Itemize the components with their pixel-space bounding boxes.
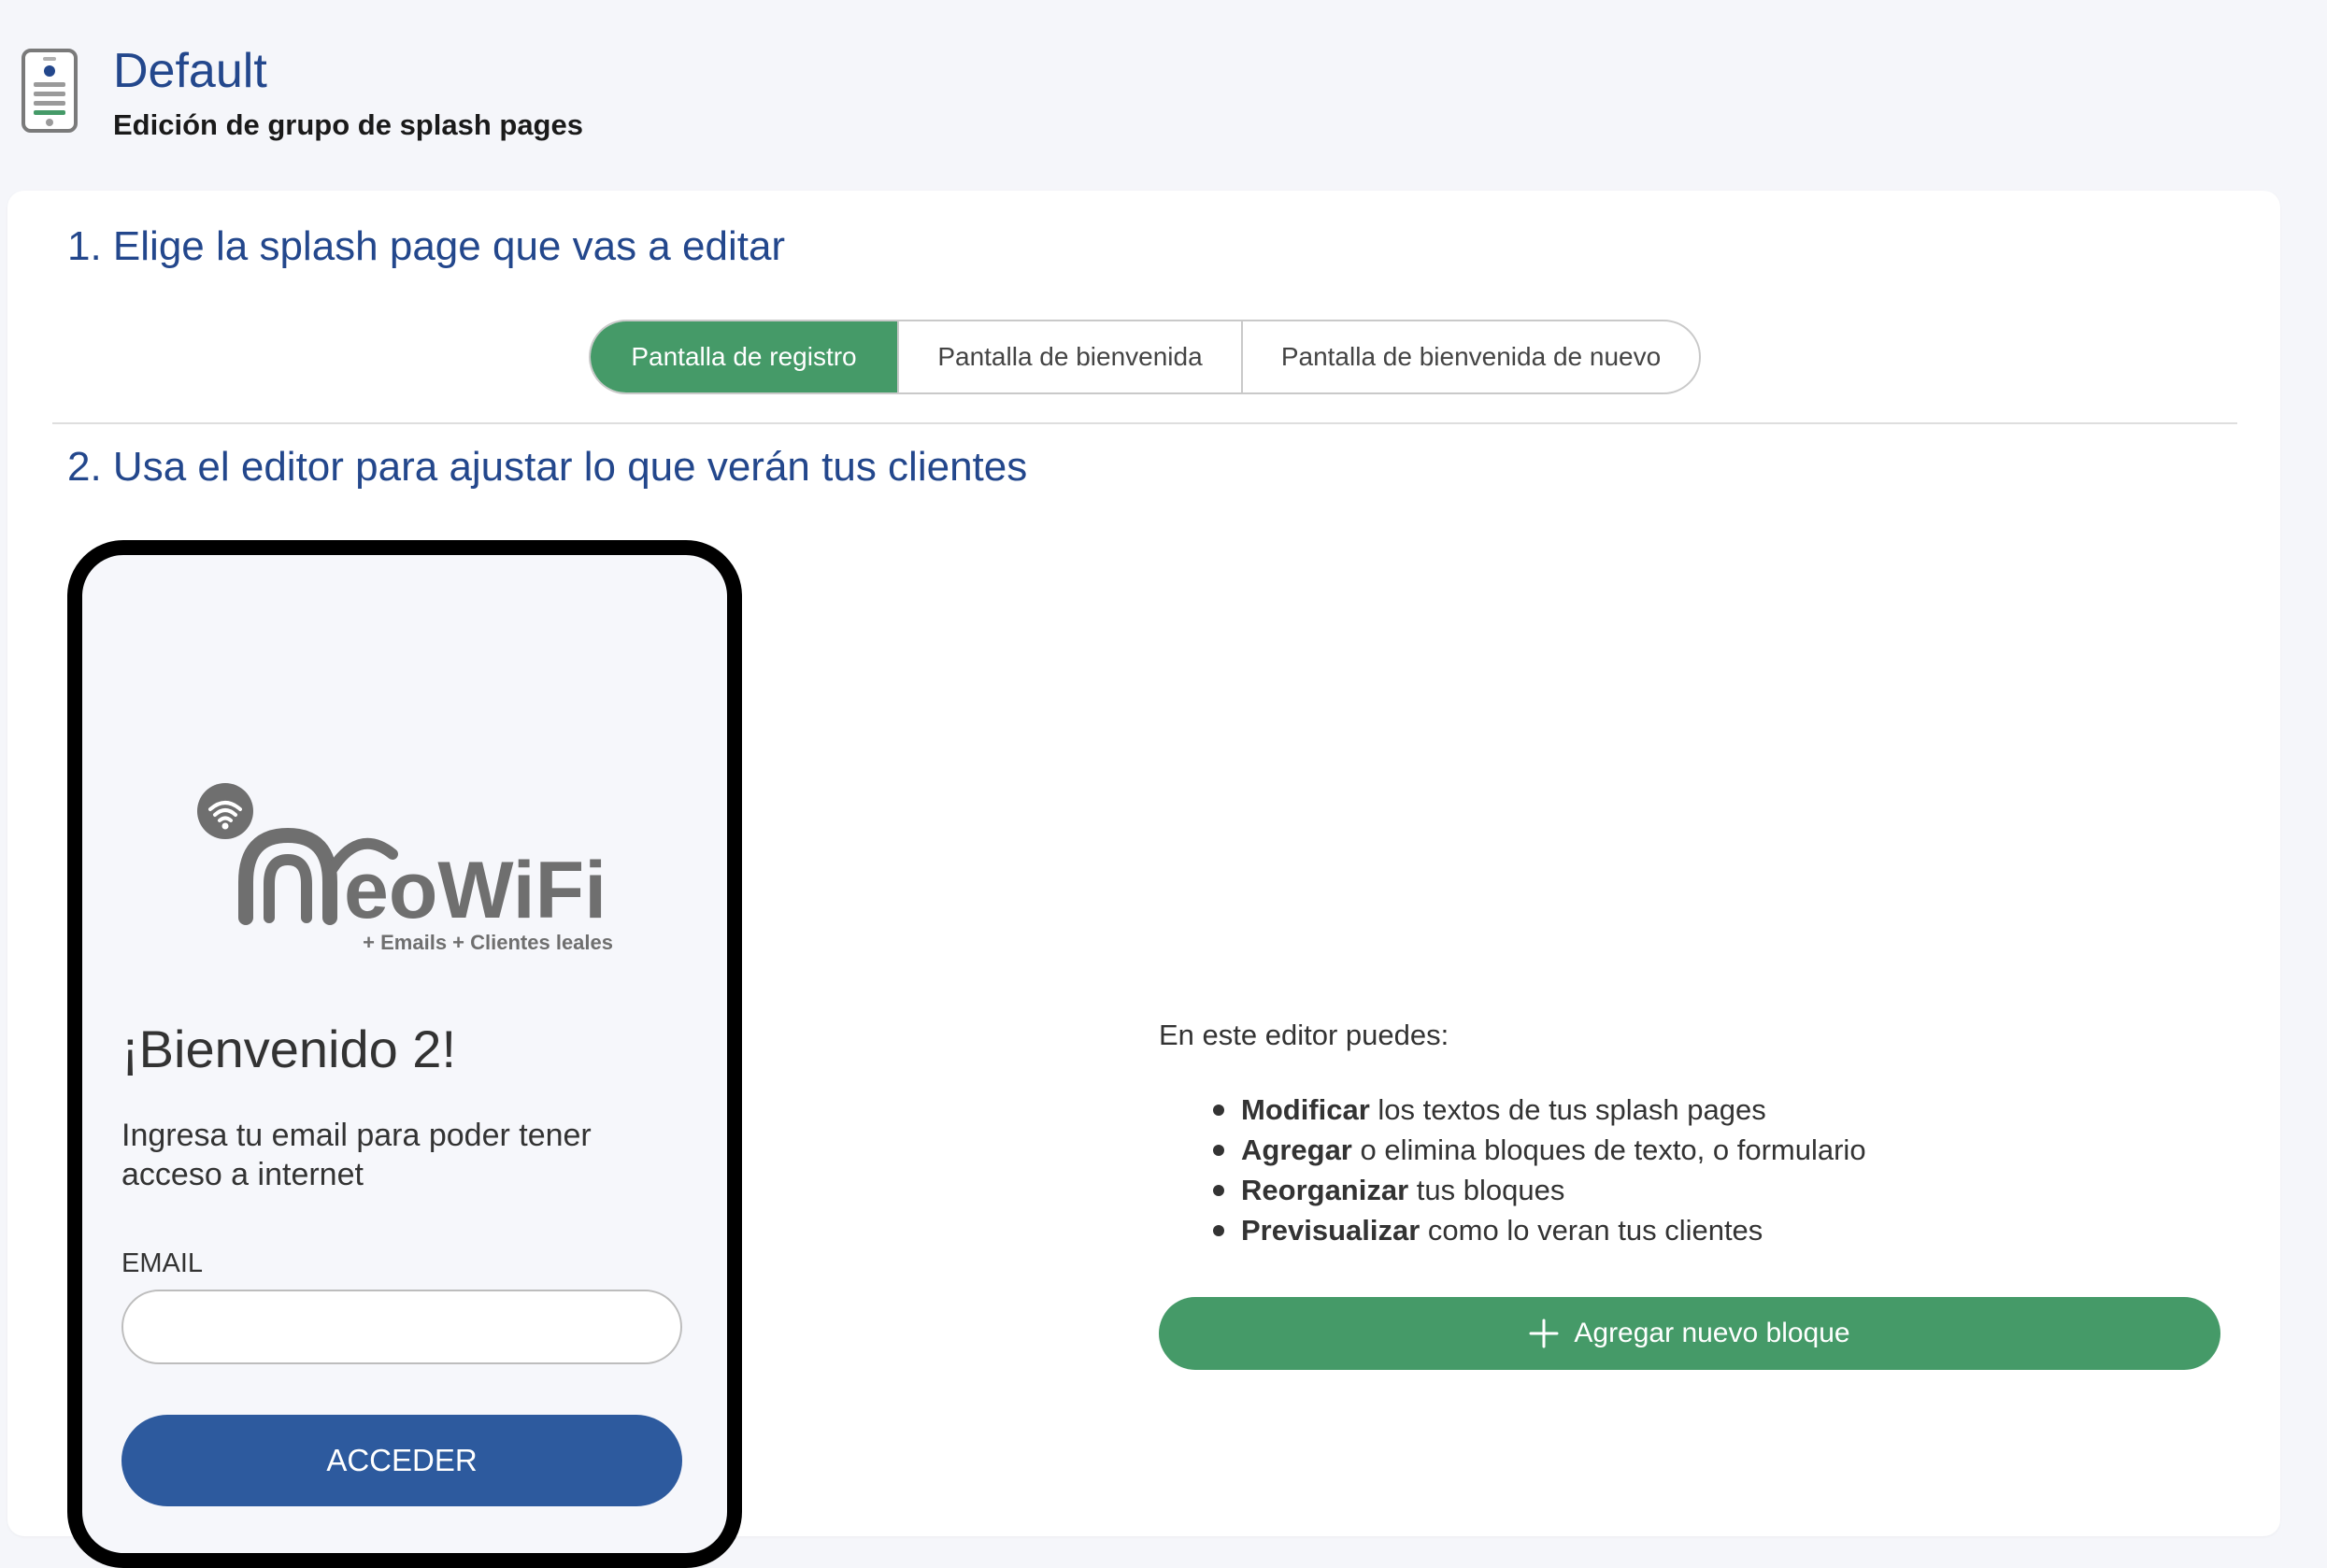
welcome-instructions: Ingresa tu email para poder tener acceso… xyxy=(121,1118,592,1192)
editor-features-list: Modificar los textos de tus splash pages… xyxy=(1159,1090,1866,1250)
phone-preview: eoWiFi + Emails + Clientes leales ¡Bienv… xyxy=(67,540,742,1568)
tab-registro[interactable]: Pantalla de registro xyxy=(591,321,897,392)
plus-icon xyxy=(1529,1319,1559,1348)
logo-tagline: + Emails + Clientes leales xyxy=(363,931,613,954)
neowifi-logo: eoWiFi + Emails + Clientes leales xyxy=(197,783,613,954)
email-label: EMAIL xyxy=(121,1248,204,1278)
editor-card: 1. Elige la splash page que vas a editar… xyxy=(7,191,2280,1568)
feature-description: tus bloques xyxy=(1408,1174,1565,1206)
list-item: Reorganizar tus bloques xyxy=(1159,1170,1866,1210)
page-subtitle: Edición de grupo de splash pages xyxy=(113,108,583,141)
access-button[interactable]: ACCEDER xyxy=(121,1415,682,1506)
tab-bienvenida-de-nuevo[interactable]: Pantalla de bienvenida de nuevo xyxy=(1241,321,1699,392)
step1-heading: 1. Elige la splash page que vas a editar xyxy=(67,223,786,269)
page-title: Default xyxy=(113,44,267,98)
email-input[interactable] xyxy=(121,1290,682,1364)
feature-description: los textos de tus splash pages xyxy=(1369,1093,1766,1126)
list-item: Modificar los textos de tus splash pages xyxy=(1159,1090,1866,1130)
feature-description: como lo veran tus clientes xyxy=(1420,1214,1763,1247)
list-item: Agregar o elimina bloques de texto, o fo… xyxy=(1159,1130,1866,1170)
step2-heading: 2. Usa el editor para ajustar lo que ver… xyxy=(67,444,1028,490)
tab-bienvenida[interactable]: Pantalla de bienvenida xyxy=(897,321,1241,392)
section-divider xyxy=(52,422,2237,424)
list-item: Previsualizar como lo veran tus clientes xyxy=(1159,1210,1866,1250)
welcome-heading: ¡Bienvenido 2! xyxy=(121,1019,457,1078)
feature-verb: Reorganizar xyxy=(1241,1174,1409,1206)
feature-verb: Agregar xyxy=(1241,1133,1352,1166)
feature-verb: Modificar xyxy=(1241,1093,1370,1126)
add-block-label: Agregar nuevo bloque xyxy=(1574,1318,1850,1348)
splash-page-icon xyxy=(21,49,78,133)
feature-verb: Previsualizar xyxy=(1241,1214,1420,1247)
feature-description: o elimina bloques de texto, o formulario xyxy=(1351,1133,1866,1166)
editor-intro: En este editor puedes: xyxy=(1159,1019,1449,1051)
logo-wordmark: eoWiFi xyxy=(344,846,607,935)
add-block-button[interactable]: Agregar nuevo bloque xyxy=(1159,1297,2220,1370)
splash-page-tabs: Pantalla de registro Pantalla de bienven… xyxy=(589,320,1701,394)
